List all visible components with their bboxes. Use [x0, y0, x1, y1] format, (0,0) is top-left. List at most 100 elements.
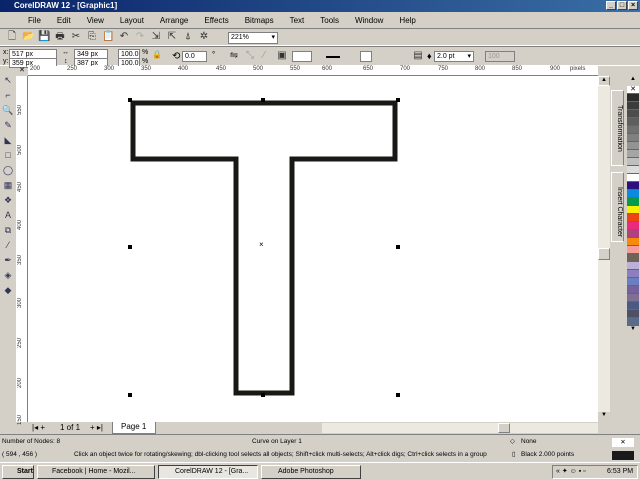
- color-swatch[interactable]: [627, 286, 639, 294]
- eyedropper-tool-icon[interactable]: ⁄: [2, 240, 14, 251]
- color-swatch[interactable]: [627, 102, 639, 110]
- selection-handle[interactable]: [128, 98, 132, 102]
- color-swatch[interactable]: [627, 206, 639, 214]
- combine-icon[interactable]: ▣: [276, 50, 288, 62]
- menu-text[interactable]: Text: [282, 16, 313, 25]
- palette-scroll-down[interactable]: ▼: [626, 326, 640, 332]
- menu-window[interactable]: Window: [347, 16, 391, 25]
- vertical-scrollbar[interactable]: ▲ ▼: [598, 76, 610, 422]
- smart-fill-tool-icon[interactable]: ◣: [2, 135, 14, 146]
- minimize-button[interactable]: _: [606, 1, 616, 10]
- color-swatch[interactable]: [627, 182, 639, 190]
- page-tab[interactable]: Page 1: [112, 422, 156, 434]
- menu-edit[interactable]: Edit: [49, 16, 79, 25]
- letter-t-shape[interactable]: [130, 100, 398, 396]
- cut-icon[interactable]: ✂: [70, 31, 82, 43]
- scroll-down-button[interactable]: ▼: [598, 412, 610, 422]
- color-swatch[interactable]: [627, 294, 639, 302]
- color-swatch[interactable]: [627, 262, 639, 270]
- color-swatch[interactable]: [627, 126, 639, 134]
- color-swatch[interactable]: [627, 222, 639, 230]
- taskbar-item-photoshop[interactable]: Adobe Photoshop: [261, 465, 361, 479]
- new-icon[interactable]: 🗋: [6, 31, 18, 43]
- taskbar-item-coreldraw[interactable]: CorelDRAW 12 - [Gra...: [158, 465, 258, 479]
- start-arrow-select[interactable]: [292, 51, 312, 62]
- palette-scroll-up[interactable]: ▲: [626, 76, 640, 86]
- launcher-icon[interactable]: ⍋: [182, 31, 194, 43]
- import-icon[interactable]: ⇲: [150, 31, 162, 43]
- color-swatch[interactable]: [627, 254, 639, 262]
- zoom-level-select[interactable]: 221% ▾: [228, 32, 278, 44]
- tray-icons[interactable]: « ✦ ☺ ▪ ▫: [556, 467, 586, 475]
- outline-swatch-black[interactable]: [612, 451, 634, 460]
- text-tool-icon[interactable]: A: [2, 210, 14, 221]
- color-swatch[interactable]: [627, 118, 639, 126]
- color-swatch[interactable]: [627, 278, 639, 286]
- zoom-tool-icon[interactable]: 🔍: [2, 105, 14, 116]
- menu-tools[interactable]: Tools: [312, 16, 347, 25]
- end-arrow-select[interactable]: [360, 51, 372, 62]
- color-swatch[interactable]: [627, 318, 639, 326]
- color-swatch[interactable]: [627, 94, 639, 102]
- color-swatch[interactable]: [627, 142, 639, 150]
- selection-handle[interactable]: [128, 393, 132, 397]
- line-style-select[interactable]: [326, 56, 340, 58]
- scroll-up-button[interactable]: ▲: [598, 76, 610, 86]
- scroll-thumb[interactable]: [598, 248, 610, 260]
- polygon-tool-icon[interactable]: ▦: [2, 180, 14, 191]
- color-swatch[interactable]: [627, 166, 639, 174]
- copy-icon[interactable]: ⎘: [86, 31, 98, 43]
- center-marker-icon[interactable]: ×: [259, 240, 264, 249]
- selection-handle[interactable]: [396, 245, 400, 249]
- taskbar-item-firefox[interactable]: Facebook | Home - Mozil...: [37, 465, 155, 479]
- ellipse-tool-icon[interactable]: ◯: [2, 165, 14, 176]
- paste-icon[interactable]: 📋: [102, 31, 114, 43]
- fill-tool-icon[interactable]: ◈: [2, 270, 14, 281]
- pick-tool-icon[interactable]: ↖: [2, 75, 14, 86]
- color-swatch[interactable]: [627, 238, 639, 246]
- color-swatch[interactable]: [627, 214, 639, 222]
- menu-effects[interactable]: Effects: [196, 16, 236, 25]
- color-swatch[interactable]: [627, 198, 639, 206]
- undo-icon[interactable]: ↶: [118, 31, 130, 43]
- color-swatch[interactable]: [627, 230, 639, 238]
- maximize-button[interactable]: □: [617, 1, 627, 10]
- selection-handle[interactable]: [261, 393, 265, 397]
- lock-ratio-icon[interactable]: 🔒: [152, 50, 162, 59]
- rotation-input[interactable]: 0.0: [182, 51, 207, 62]
- menu-bitmaps[interactable]: Bitmaps: [237, 16, 282, 25]
- horizontal-scroll-thumb[interactable]: [498, 423, 510, 433]
- outline-width-select[interactable]: 2.0 pt ▾: [434, 51, 474, 62]
- color-swatch[interactable]: [627, 150, 639, 158]
- interactive-blend-tool-icon[interactable]: ⧉: [2, 225, 14, 236]
- color-swatch[interactable]: [627, 302, 639, 310]
- menu-layout[interactable]: Layout: [112, 16, 152, 25]
- export-icon[interactable]: ⇱: [166, 31, 178, 43]
- print-icon[interactable]: 🖶: [54, 31, 66, 43]
- node-to-line-icon[interactable]: ⤡: [244, 50, 256, 62]
- transparency-input[interactable]: 100: [485, 51, 515, 62]
- corel-online-icon[interactable]: ✲: [198, 31, 210, 43]
- menu-help[interactable]: Help: [391, 16, 423, 25]
- docker-tab-transformation[interactable]: Transformation: [611, 90, 624, 166]
- selection-handle[interactable]: [261, 98, 265, 102]
- menu-file[interactable]: File: [20, 16, 49, 25]
- color-swatch[interactable]: [627, 310, 639, 318]
- start-button[interactable]: Start: [2, 465, 34, 479]
- selection-handle[interactable]: [396, 98, 400, 102]
- color-swatch[interactable]: [627, 190, 639, 198]
- mirror-icon[interactable]: ⇋: [228, 50, 240, 62]
- color-swatch[interactable]: [627, 158, 639, 166]
- rectangle-tool-icon[interactable]: □: [2, 150, 14, 161]
- horizontal-scrollbar[interactable]: [322, 423, 598, 433]
- docker-tab-insert-character[interactable]: Insert Character: [611, 172, 624, 242]
- color-swatch[interactable]: [627, 174, 639, 182]
- color-swatch[interactable]: [627, 134, 639, 142]
- selection-handle[interactable]: [128, 245, 132, 249]
- save-icon[interactable]: 💾: [38, 31, 50, 43]
- shape-tool-icon[interactable]: ⌐: [2, 90, 14, 101]
- first-page-button[interactable]: |◂ +: [32, 423, 45, 432]
- close-button[interactable]: ×: [628, 1, 638, 10]
- line-to-curve-icon[interactable]: ⁄: [258, 50, 270, 62]
- outline-tool-icon[interactable]: ✒: [2, 255, 14, 266]
